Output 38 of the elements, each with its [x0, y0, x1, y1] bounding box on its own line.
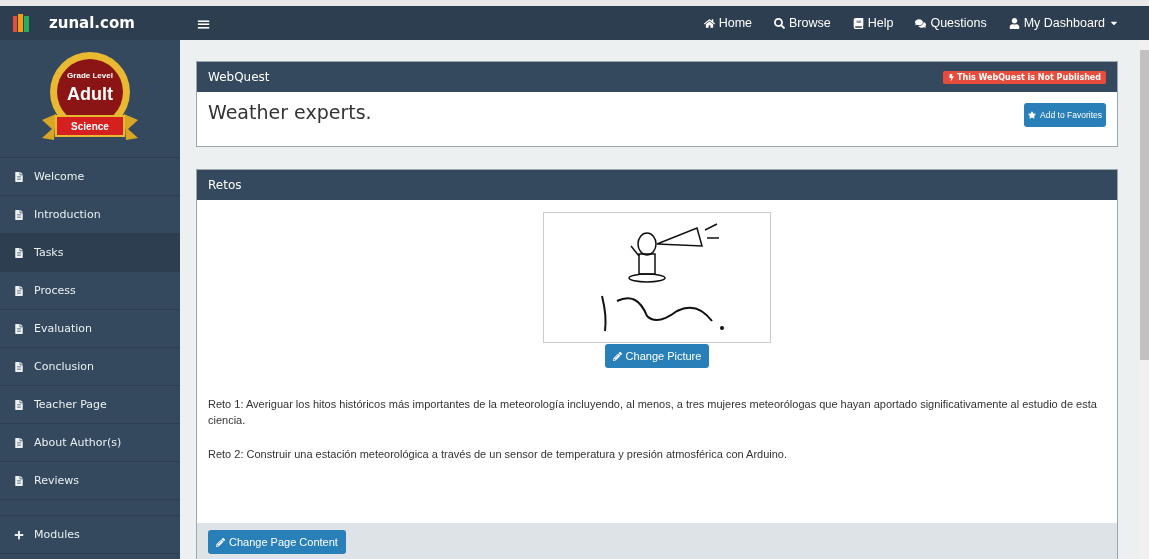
pencil-icon	[216, 537, 225, 547]
webquest-title: Weather experts.	[208, 101, 372, 123]
panel-heading: Retos	[208, 178, 242, 192]
search-icon	[774, 17, 785, 29]
plus-icon	[14, 529, 24, 540]
document-icon	[14, 399, 24, 410]
panel-heading: WebQuest	[208, 70, 270, 84]
nav-link[interactable]: Questions	[915, 16, 987, 30]
challenge-text: Reto 2: Construir una estación meteorológica a través de un sensor de temperatura y presión atmosférica con Arduino.	[208, 447, 789, 462]
brand-name[interactable]: zunal.com	[49, 14, 135, 32]
document-icon	[14, 171, 24, 182]
bolt-icon	[948, 73, 956, 81]
menu-icon[interactable]: ≡	[196, 12, 212, 34]
document-icon	[14, 247, 24, 258]
document-icon	[14, 285, 24, 296]
nav-link[interactable]: Browse	[774, 16, 831, 30]
nav-link[interactable]: Home	[703, 16, 752, 30]
nav-link[interactable]: My Dashboard	[1008, 16, 1119, 30]
document-icon	[14, 361, 24, 372]
books-logo-icon	[13, 14, 29, 32]
add-to-favorites-button[interactable]: Add to Favorites	[1024, 103, 1106, 127]
change-picture-button[interactable]: Change Picture	[604, 344, 710, 368]
book-icon	[852, 17, 864, 29]
nav-link[interactable]: Help	[852, 16, 894, 30]
document-icon	[14, 475, 24, 486]
pencil-icon	[612, 351, 622, 361]
document-icon	[14, 323, 24, 334]
user-icon	[1008, 17, 1020, 29]
document-icon	[14, 209, 24, 220]
status-badge: This WebQuest is Not Published	[943, 70, 1106, 84]
change-page-content-button[interactable]: Change Page Content	[208, 530, 346, 554]
document-icon	[14, 437, 24, 448]
sidebar-item[interactable]: Tasks	[0, 234, 180, 272]
challenge-text: Reto 1: Averiguar los hitos históricos más importantes de la meteorología incluyendo, al menos, a tres mujeres meteorólogas que hayan aportado significativamente al estudio de esta ciencia.	[208, 397, 1098, 428]
scrollbar-thumb[interactable]	[1140, 50, 1149, 360]
star-icon	[1028, 111, 1037, 119]
comments-icon	[915, 17, 927, 29]
home-icon	[703, 17, 715, 29]
